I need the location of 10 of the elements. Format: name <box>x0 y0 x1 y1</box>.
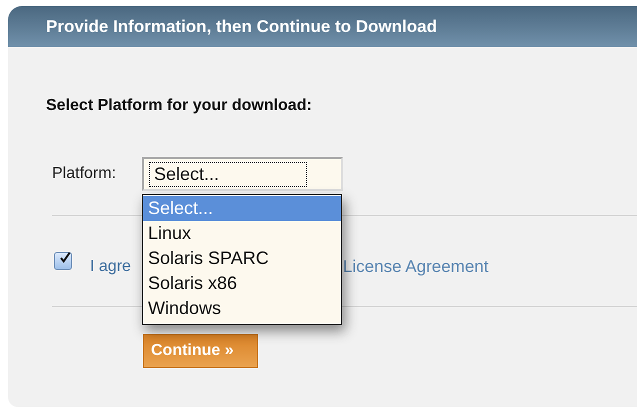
dropdown-option[interactable]: Linux <box>143 221 342 246</box>
section-heading: Select Platform for your download: <box>46 97 313 115</box>
dropdown-option[interactable]: Solaris x86 <box>143 271 342 296</box>
dropdown-option[interactable]: Windows <box>143 296 342 321</box>
dropdown-option[interactable]: Solaris SPARC <box>143 246 342 271</box>
agreement-text: I agre <box>90 258 131 276</box>
platform-label: Platform: <box>52 165 116 183</box>
platform-select[interactable]: Select... <box>142 157 344 191</box>
panel-title: Provide Information, then Continue to Download <box>8 6 637 47</box>
agree-checkbox[interactable] <box>54 252 72 270</box>
